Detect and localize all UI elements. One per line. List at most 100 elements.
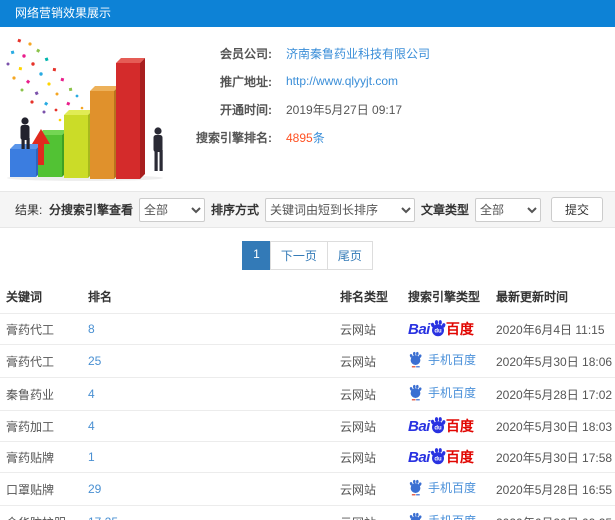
bar-orange-icon [90, 86, 119, 179]
baidu-paw-icon: du [430, 448, 446, 465]
keyword-table-body: 膏药代工 8 云网站 Bai du 百度 2020年6月4日 11:15 膏药代… [0, 313, 615, 520]
next-page-button[interactable]: 下一页 [269, 241, 328, 270]
company-label: 会员公司: [220, 46, 272, 61]
table-row: 膏药代工 25 云网站 手机百度 2020年5月30日 18:06 [0, 344, 615, 378]
baidu-mobile-link[interactable]: 手机百度 [408, 384, 476, 401]
bar-red-icon [116, 58, 145, 179]
baidu-mobile-link[interactable]: 手机百度 [408, 512, 476, 520]
company-link[interactable]: 济南秦鲁药业科技有限公司 [286, 45, 430, 62]
engine-rank-value: 4895条 [286, 129, 325, 146]
keyword-cell: 膏药代工 [0, 313, 82, 345]
pagination: 1 下一页 尾页 [0, 241, 615, 270]
table-row: 口罩贴牌 29 云网站 手机百度 2020年5月28日 16:55 [0, 472, 615, 506]
baidu-mobile-link[interactable]: 手机百度 [408, 351, 476, 368]
baidu-bai-text: Bai [408, 320, 430, 338]
rank-type-cell: 云网站 [334, 313, 402, 345]
baidu-mobile-paw-icon [409, 384, 422, 401]
updated-cell: 2020年5月30日 18:06 [490, 344, 615, 378]
article-type-label: 文章类型 [420, 203, 469, 217]
bar-blue-icon [10, 144, 41, 177]
baidu-paw-icon: du [430, 320, 446, 337]
promo-url-label: 推广地址: [220, 74, 272, 89]
svg-text:du: du [434, 426, 442, 432]
table-header-row: 关键词 排名 排名类型 搜索引擎类型 最新更新时间 [0, 280, 615, 314]
bar-yellow-icon [64, 110, 93, 178]
rank-type-cell: 云网站 [334, 505, 402, 520]
bar-chart-illustration-icon [6, 38, 163, 181]
article-type-select[interactable]: 全部 [474, 197, 541, 222]
rank-type-cell: 云网站 [334, 344, 402, 378]
table-row: 膏药加工 4 云网站 Bai du 百度 2020年5月30日 18:03 [0, 410, 615, 442]
baidu-mobile-label: 手机百度 [428, 353, 477, 367]
col-header-rank: 排名 [88, 290, 113, 304]
promo-url-link[interactable]: http://www.qlyyjt.com [286, 74, 398, 88]
baidu-pc-logo[interactable]: Bai du 百度 [408, 417, 474, 435]
engine-filter-label: 分搜索引擎查看 [48, 203, 133, 217]
submit-button[interactable]: 提交 [550, 197, 603, 222]
rank-link[interactable]: 1 [88, 450, 95, 464]
open-time-value: 2019年5月27日 09:17 [286, 102, 403, 117]
engine-cell: Bai du 百度 [402, 313, 490, 345]
keyword-cell: 口罩贴牌 [0, 472, 82, 506]
sort-filter-select[interactable]: 关键词由短到长排序 [264, 197, 415, 222]
rank-link[interactable]: 29 [88, 482, 101, 496]
engine-cell: Bai du 百度 [402, 441, 490, 473]
keyword-cell: 膏药代工 [0, 344, 82, 378]
baidu-mobile-label: 手机百度 [428, 512, 476, 520]
rank-link[interactable]: 8 [88, 322, 95, 336]
col-header-engine-type: 搜索引擎类型 [408, 290, 481, 304]
rank-type-cell: 云网站 [334, 410, 402, 442]
svg-text:du: du [434, 457, 442, 463]
col-header-keyword: 关键词 [6, 290, 43, 304]
baidu-mobile-paw-icon [409, 512, 422, 520]
rank-link[interactable]: 25 [88, 354, 101, 368]
rank-count-unit: 条 [312, 130, 325, 145]
open-time-label: 开通时间: [220, 102, 272, 117]
result-label: 结果: [15, 203, 43, 217]
col-header-rank-type: 排名类型 [340, 290, 389, 304]
last-page-button[interactable]: 尾页 [326, 241, 373, 270]
info-fields: 会员公司: 济南秦鲁药业科技有限公司 推广地址: http://www.qlyy… [180, 31, 615, 181]
engine-cell: 手机百度 [402, 505, 490, 520]
rank-count-number: 4895 [286, 130, 313, 145]
businessman-right-icon [153, 127, 163, 171]
table-row: 秦鲁药业 4 云网站 手机百度 2020年5月28日 17:02 [0, 377, 615, 411]
table-row: 膏药贴牌 1 云网站 Bai du 百度 2020年5月30日 17:58 [0, 441, 615, 473]
engine-cell: 手机百度 [402, 377, 490, 411]
engine-cell: 手机百度 [402, 472, 490, 506]
baidu-mobile-link[interactable]: 手机百度 [408, 479, 476, 496]
baidu-pc-logo[interactable]: Bai du 百度 [408, 448, 474, 466]
info-row-rank-count: 搜索引擎排名: 4895条 [180, 123, 615, 151]
info-section: 会员公司: 济南秦鲁药业科技有限公司 推广地址: http://www.qlyy… [0, 27, 615, 183]
updated-cell: 2020年5月28日 16:55 [490, 472, 615, 506]
table-row: 金华防护服 17,25 云网站 手机百度 2020年6月20日 09:25 [0, 505, 615, 520]
keyword-table: 关键词 排名 排名类型 搜索引擎类型 最新更新时间 膏药代工 8 云网站 Bai… [0, 280, 615, 520]
baidu-bai-text: Bai [408, 417, 430, 435]
rank-link[interactable]: 4 [88, 387, 95, 401]
baidu-cn-text: 百度 [445, 449, 474, 465]
info-row-company: 会员公司: 济南秦鲁药业科技有限公司 [180, 39, 615, 67]
rank-link[interactable]: 4 [88, 419, 95, 433]
baidu-cn-text: 百度 [445, 418, 474, 434]
baidu-mobile-label: 手机百度 [428, 386, 477, 400]
keyword-cell: 膏药贴牌 [0, 441, 82, 473]
page-title: 网络营销效果展示 [0, 0, 615, 27]
engine-cell: Bai du 百度 [402, 410, 490, 442]
keyword-cell: 秦鲁药业 [0, 377, 82, 411]
filter-controls: 分搜索引擎查看 全部 排序方式 关键词由短到长排序 文章类型 全部 提交 [49, 197, 603, 222]
col-header-updated: 最新更新时间 [496, 290, 569, 304]
info-row-url: 推广地址: http://www.qlyyjt.com [180, 67, 615, 95]
filter-bar: 结果: 分搜索引擎查看 全部 排序方式 关键词由短到长排序 文章类型 全部 提交 [0, 191, 615, 228]
engine-filter-select[interactable]: 全部 [138, 197, 205, 222]
updated-cell: 2020年5月28日 17:02 [490, 377, 615, 411]
baidu-mobile-paw-icon [409, 351, 422, 368]
updated-cell: 2020年5月30日 17:58 [490, 441, 615, 473]
promo-graphic [0, 31, 180, 181]
baidu-pc-logo[interactable]: Bai du 百度 [408, 320, 474, 338]
page-1-button[interactable]: 1 [242, 241, 271, 270]
rank-type-cell: 云网站 [334, 377, 402, 411]
baidu-mobile-label: 手机百度 [428, 481, 477, 495]
baidu-mobile-paw-icon [409, 479, 422, 496]
rank-link[interactable]: 17,25 [88, 515, 118, 520]
engine-cell: 手机百度 [402, 344, 490, 378]
